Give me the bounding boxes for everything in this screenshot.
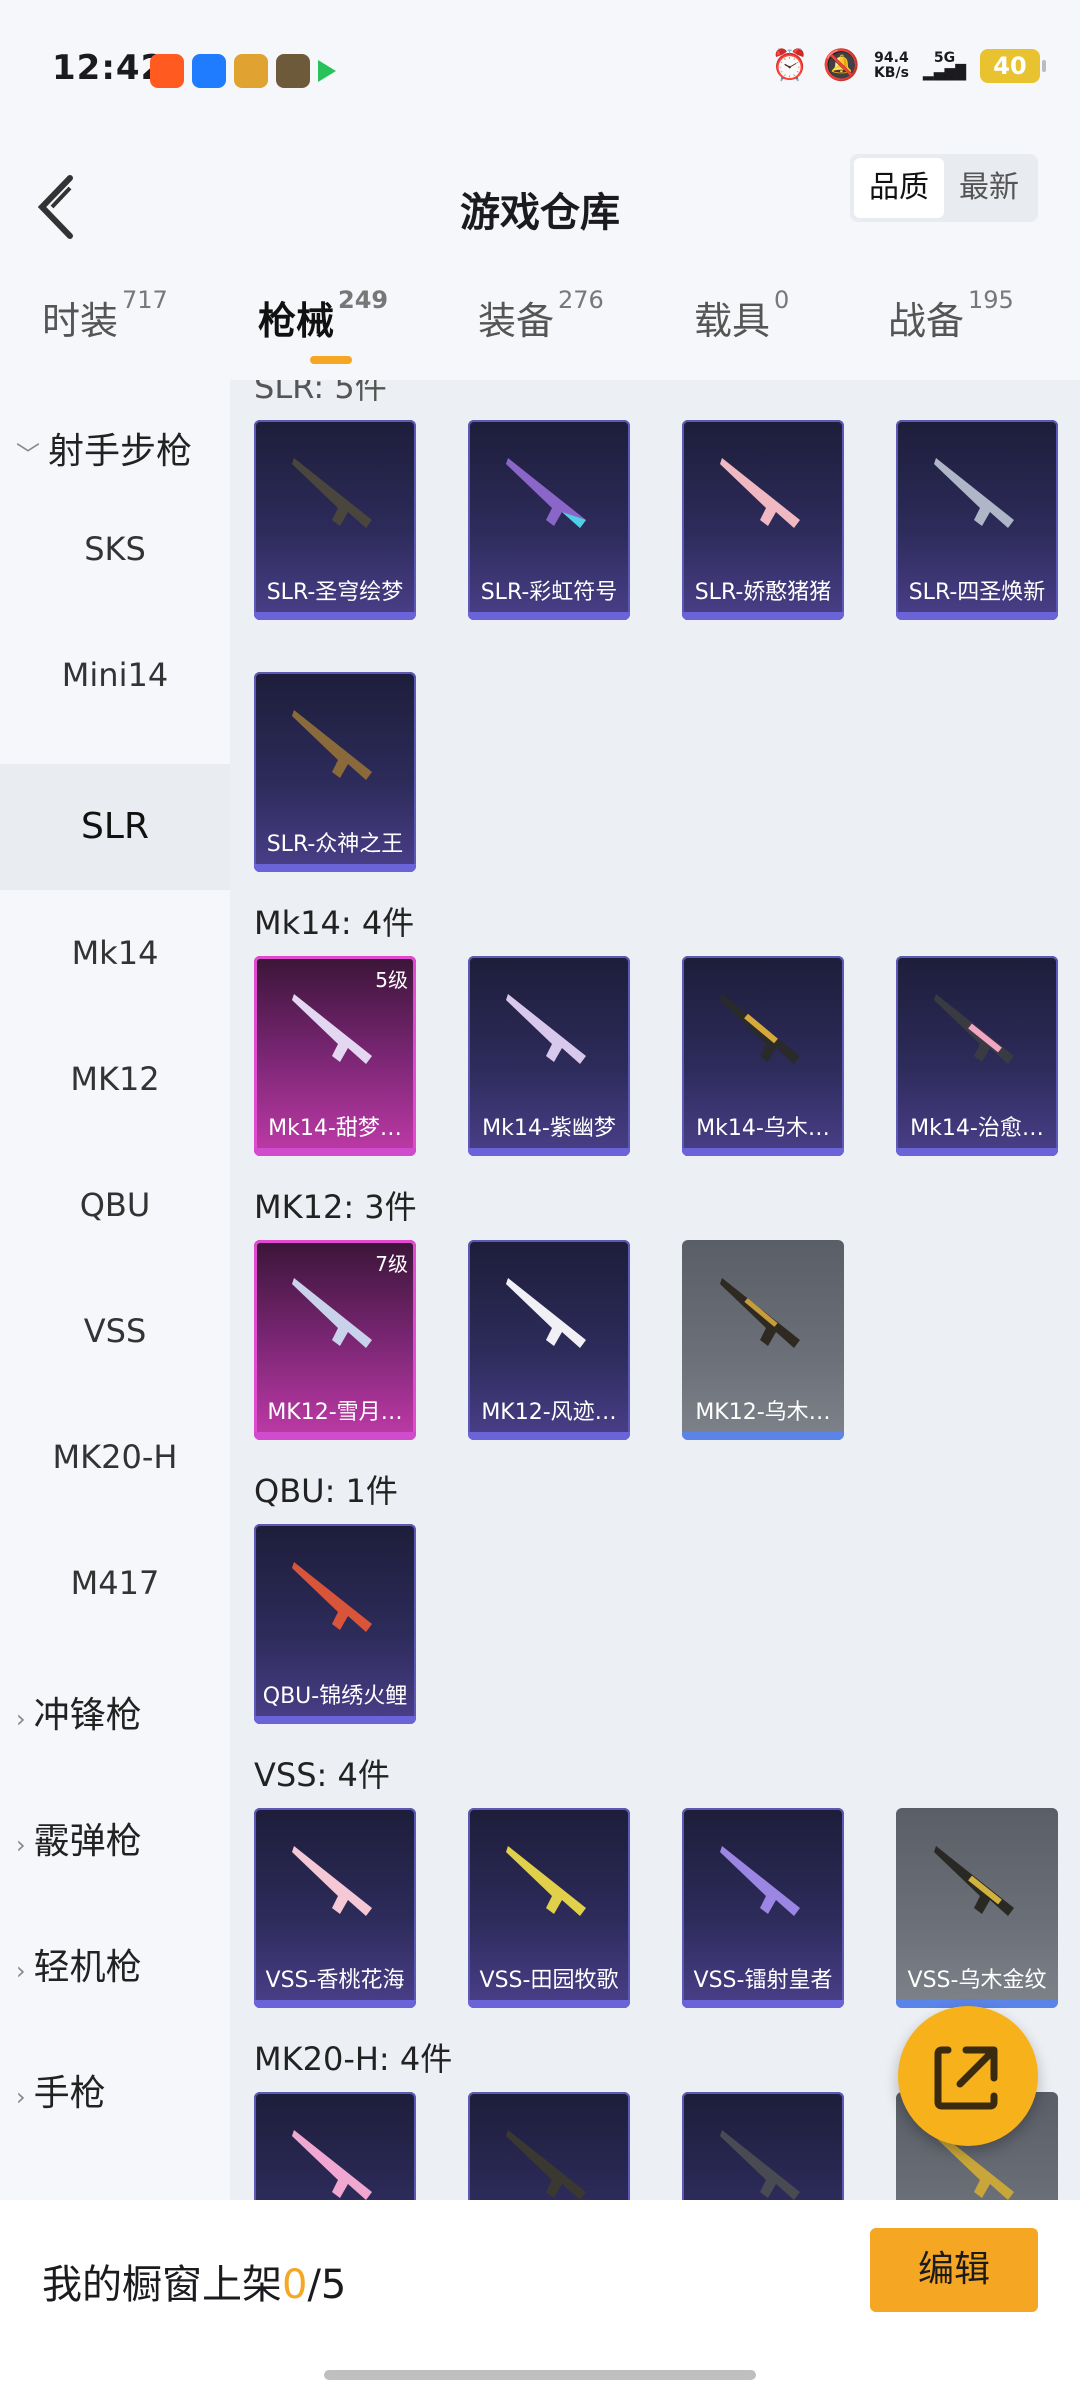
top-header: 游戏仓库 品质 最新 [0,140,1080,270]
section-header-mk14: Mk14: 4件 [254,904,415,942]
weapon-card[interactable]: SLR-众神之王 [254,672,416,872]
notification-app-icon [234,54,268,88]
weapon-card[interactable]: MK12-风迹… [468,1240,630,1440]
showcase-count: 我的橱窗上架0/5 [42,2262,347,2308]
weapon-card[interactable] [682,2092,844,2200]
tab-supplies[interactable]: 战备 195 [888,286,1014,345]
sidebar-item-slr[interactable]: SLR [0,764,230,890]
rifle-icon [506,1278,586,1348]
rifle-icon [506,994,586,1064]
weapon-grid: SLR: 5件 SLR-圣穹绘梦 SLR-彩虹符号 SLR-娇憨猪猪 SLR-四… [230,380,1080,2200]
chevron-right-icon: › [16,1705,26,1733]
status-time: 12:42 [52,48,166,88]
weapon-card[interactable]: QBU-锦绣火鲤 [254,1524,416,1724]
weapon-card[interactable] [468,2092,630,2200]
network-speed: 94.4 KB/s [873,49,909,81]
weapon-card[interactable]: Mk14-紫幽梦 [468,956,630,1156]
rifle-icon [292,1278,372,1348]
rifle-icon [292,994,372,1064]
sort-quality-button[interactable]: 品质 [854,158,944,218]
rifle-icon [934,1846,1014,1916]
weapon-type-sidebar: ﹀ 射手步枪 SKS Mini14 SLR Mk14 MK12 QBU VSS M… [0,380,230,2200]
weapon-card[interactable]: SLR-四圣焕新 [896,420,1058,620]
category-tabs: 时装 717 枪械 249 装备 276 载具 0 战备 195 [0,270,1080,380]
alarm-icon: ⏰ [771,48,809,83]
tab-vehicles[interactable]: 载具 0 [694,286,789,345]
sidebar-item-vss[interactable]: VSS [0,1312,230,1350]
section-header-mk12: MK12: 3件 [254,1188,417,1226]
signal-bars-icon: ▂▄▆█ [922,64,966,81]
section-header-slr: SLR: 5件 [254,380,387,406]
weapon-card[interactable]: Mk14-乌木… [682,956,844,1156]
sidebar-group-marksman[interactable]: ﹀ 射手步枪 [16,422,192,474]
signal-indicator: 5G ▂▄▆█ [922,49,966,81]
status-bar: 12:42 ⏰ 🔕 94.4 KB/s 5G ▂▄▆█ 40 [0,0,1080,140]
rifle-icon [506,458,586,528]
level-badge: 7级 [375,1252,408,1276]
sidebar-category-pistol[interactable]: › 手枪 [16,2064,106,2116]
sidebar-item-m417[interactable]: M417 [0,1564,230,1602]
notification-app-icon [150,54,184,88]
weapon-card[interactable]: VSS-香桃花海 [254,1808,416,2008]
sort-toggle[interactable]: 品质 最新 [850,154,1038,222]
weapon-card[interactable]: VSS-田园牧歌 [468,1808,630,2008]
rifle-icon [720,994,800,1064]
rifle-icon [720,458,800,528]
rifle-icon [292,458,372,528]
level-badge: 5级 [375,968,408,992]
external-share-icon [934,2046,998,2110]
sidebar-category-shotgun[interactable]: › 霰弹枪 [16,1812,142,1864]
chevron-right-icon: › [16,1831,26,1859]
rifle-icon [506,1846,586,1916]
rifle-icon [934,994,1014,1064]
notification-app-icon [276,54,310,88]
weapon-card[interactable]: VSS-乌木金纹 [896,1808,1058,2008]
chevron-down-icon: ﹀ [16,441,40,469]
rifle-icon [720,2130,800,2200]
play-icon [318,60,336,82]
chevron-right-icon: › [16,2083,26,2111]
notification-app-icon [192,54,226,88]
tab-fashion[interactable]: 时装 717 [42,286,168,345]
section-header-vss: VSS: 4件 [254,1756,390,1794]
edit-button[interactable]: 编辑 [870,2228,1038,2312]
sidebar-item-mk20h[interactable]: MK20-H [0,1438,230,1476]
sidebar-item-mk12[interactable]: MK12 [0,1060,230,1098]
rifle-icon [292,1846,372,1916]
sidebar-item-sks[interactable]: SKS [0,530,230,568]
rifle-icon [292,2130,372,2200]
sidebar-item-mk14[interactable]: Mk14 [0,934,230,972]
mute-icon: 🔕 [822,48,860,83]
weapon-card[interactable]: SLR-圣穹绘梦 [254,420,416,620]
rifle-icon [934,458,1014,528]
home-indicator[interactable] [324,2370,756,2380]
share-fab[interactable] [898,2006,1038,2146]
tab-equipment[interactable]: 装备 276 [478,286,604,345]
battery-icon: 40 [980,48,1046,83]
tab-guns[interactable]: 枪械 249 [258,286,388,345]
rifle-icon [292,710,372,780]
weapon-card[interactable] [254,2092,416,2200]
weapon-card[interactable]: 5级 Mk14-甜梦… [254,956,416,1156]
weapon-card[interactable]: 7级 MK12-雪月… [254,1240,416,1440]
active-tab-indicator [310,356,352,364]
weapon-card[interactable]: VSS-镭射皇者 [682,1808,844,2008]
weapon-card[interactable]: MK12-乌木… [682,1240,844,1440]
section-header-mk20h: MK20-H: 4件 [254,2040,453,2078]
section-header-qbu: QBU: 1件 [254,1472,398,1510]
sidebar-category-smg[interactable]: › 冲锋枪 [16,1686,142,1738]
sidebar-category-lmg[interactable]: › 轻机枪 [16,1938,142,1990]
sidebar-item-mini14[interactable]: Mini14 [0,656,230,694]
sidebar-item-qbu[interactable]: QBU [0,1186,230,1224]
rifle-icon [292,1562,372,1632]
weapon-card[interactable]: SLR-娇憨猪猪 [682,420,844,620]
weapon-card[interactable]: Mk14-治愈… [896,956,1058,1156]
rifle-icon [506,2130,586,2200]
rifle-icon [720,1278,800,1348]
rifle-icon [720,1846,800,1916]
chevron-right-icon: › [16,1957,26,1985]
weapon-card[interactable]: SLR-彩虹符号 [468,420,630,620]
bottom-bar: 我的橱窗上架0/5 编辑 [0,2200,1080,2400]
sort-latest-button[interactable]: 最新 [944,158,1034,218]
